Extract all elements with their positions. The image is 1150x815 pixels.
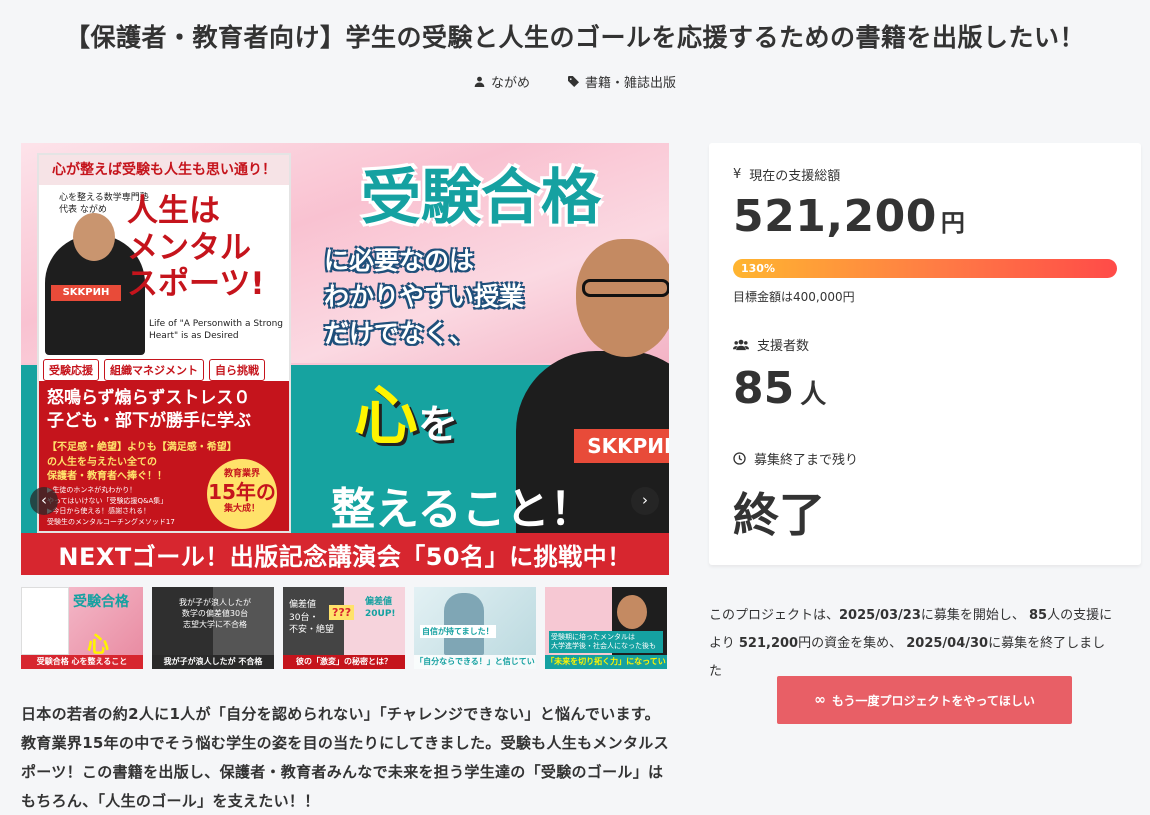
book-badge: 教育業界 15年の 集大成！ [207, 459, 277, 529]
supporters-label: 支援者数 [757, 339, 810, 354]
book-points: ▶生徒のホンネが丸わかり！ やってはいけない「受験応援Q&A集」 ▶今日から使え… [47, 486, 175, 526]
remaining-label: 募集終了まで残り [754, 453, 859, 468]
supporters-label-row: 支援者数 [733, 335, 809, 354]
thumbnail[interactable]: 自信が持てました！ 「自分ならできる！」と信じています [414, 587, 536, 669]
stats-card: ¥ 現在の支援総額 521,200 円 130% 目標金額は400,000円 支援… [709, 143, 1141, 565]
goal-text: 目標金額は400,000円 [733, 290, 855, 304]
page-title: 【保護者・教育者向け】学生の受験と人生のゴールを応援するための書籍を出版したい！ [64, 23, 1085, 52]
request-again-label: もう一度プロジェクトをやってほしい [831, 693, 1035, 708]
book-cover: 心が整えば受験も人生も思い通り！ SKKPИH 心を整える数学専門塾 代表 なが… [37, 153, 291, 533]
thumb-caption: 「自分ならできる！」と信じています [414, 655, 536, 669]
clock-icon [733, 452, 746, 465]
thumb-caption: 受験合格 心を整えること [21, 655, 143, 669]
thumb-caption: 彼の「激変」の秘密とは？ [283, 655, 405, 669]
thumbnail[interactable]: 受験合格 心 受験合格 心を整えること [21, 587, 143, 669]
book-header: 心が整えば受験も人生も思い通り！ [39, 155, 289, 185]
progress-label: 130% [741, 262, 775, 275]
project-meta: ながめ 書籍・雑誌出版 [0, 72, 1150, 91]
summary-end-date: 2025/04/30 [906, 636, 989, 651]
catch-wo: を [418, 402, 458, 448]
total-amount-value: 521,200 [733, 191, 937, 242]
prev-slide-button[interactable]: ‹ [30, 487, 58, 515]
catch-main: 受験合格 [361, 163, 601, 233]
badge-bottom: 集大成！ [223, 503, 260, 514]
total-amount-unit: 円 [940, 209, 966, 237]
infinity-icon: ∞ [814, 692, 826, 708]
thumb-caption: 我が子が浪人したが 不合格 [152, 655, 274, 669]
banner-text: NEXTゴール！出版記念講演会「50名」に挑戦中！ [21, 533, 669, 575]
thumb-person [444, 593, 484, 655]
speaker-glasses [582, 279, 669, 297]
book-title: 人生は メンタル スポーツ! [127, 193, 265, 303]
remaining-value: 終了 [733, 488, 825, 542]
chevron-left-icon: ‹ [41, 491, 47, 509]
main-image-carousel[interactable]: 心が整えば受験も人生も思い通り！ SKKPИH 心を整える数学専門塾 代表 なが… [21, 143, 669, 575]
category-link[interactable]: 書籍・雑誌出版 [568, 72, 676, 91]
supporters-count: 85 人 [733, 363, 826, 414]
book-tag: 受験応援 [43, 359, 99, 381]
book-logo: SKKPИH [51, 285, 121, 301]
catch-end: 整えること！ [331, 484, 594, 535]
book-lead: 怒鳴らず煽らずストレス０ 子ども・部下が勝手に学ぶ [47, 388, 251, 431]
supporters-count-unit: 人 [800, 380, 827, 410]
thumb-face [617, 595, 647, 629]
remaining-label-row: 募集終了まで残り [733, 449, 858, 468]
total-label-row: ¥ 現在の支援総額 [733, 165, 840, 184]
thumbnail[interactable]: 偏差値 30台・ 不安・絶望 ??? 偏差値 20UP! 彼の「激変」の秘密とは？ [283, 587, 405, 669]
thumb-book [21, 587, 69, 655]
total-amount: 521,200 円 [733, 191, 965, 242]
next-slide-button[interactable]: › [631, 487, 659, 515]
summary-start-date: 2025/03/23 [839, 608, 921, 623]
shirt-logo: SKKPИH [574, 429, 669, 463]
thumbnail-strip: 受験合格 心 受験合格 心を整えること 我が子が浪人したが 数学の偏差値30台 志望… [21, 587, 667, 669]
thumbnail[interactable]: 受験期に培ったメンタルは 大学進学後・社会人になった後も 「未来を切り拓く力」にな… [545, 587, 667, 669]
summary-count: 85 [1029, 608, 1048, 623]
thumb-qmarks: ??? [329, 605, 355, 620]
book-tag: 組織マネジメント [104, 359, 204, 381]
project-summary: このプロジェクトは、2025/03/23に募集を開始し、 85人の支援により 5… [709, 602, 1114, 686]
request-again-button[interactable]: ∞ もう一度プロジェクトをやってほしい [777, 676, 1072, 724]
thumb-text: 我が子が浪人したが 数学の偏差値30台 志望大学に不合格 [179, 598, 251, 630]
project-description: 日本の若者の約2人に1人が「自分を認められない」「チャレンジできない」と悩んでい… [21, 705, 669, 810]
book-lower-panel: 怒鳴らず煽らずストレス０ 子ども・部下が勝手に学ぶ 【不足感・絶望】よりも【満足… [39, 381, 289, 531]
thumb-text: 受験期に培ったメンタルは 大学進学後・社会人になった後も [549, 631, 663, 654]
catch-sub: に必要なのは わかりやすい授業 だけでなく、 [324, 246, 525, 348]
badge-main: 15年の [208, 479, 276, 504]
supporters-count-value: 85 [733, 363, 795, 414]
chevron-right-icon: › [642, 491, 648, 509]
user-icon [474, 76, 485, 87]
thumb-text: 偏差値 30台・ 不安・絶望 [289, 600, 335, 636]
badge-top: 教育業界 [223, 469, 260, 479]
thumb-text: 自信が持てました！ [420, 625, 496, 638]
summary-amount: 521,200 [738, 636, 799, 651]
catch-heart-char: 心 [354, 380, 418, 454]
tag-icon [568, 76, 579, 87]
thumbnail[interactable]: 我が子が浪人したが 数学の偏差値30台 志望大学に不合格 我が子が浪人したが 不合格 [152, 587, 274, 669]
book-subtitle: Life of "A Personwith a Strong Heart" is… [149, 319, 284, 341]
total-label: 現在の支援総額 [749, 169, 841, 184]
thumb-caption: 「未来を切り拓く力」になっている！ [545, 655, 667, 669]
catch-heart: 心を [354, 365, 458, 457]
summary-text: 円の資金を集め、 [798, 636, 907, 651]
summary-text: に募集を開始し、 [920, 608, 1030, 623]
summary-text: このプロジェクトは、 [709, 608, 840, 623]
thumb-title: 受験合格 [73, 594, 129, 610]
speaker-head [576, 239, 669, 357]
users-icon [733, 339, 749, 351]
yen-icon: ¥ [733, 167, 742, 182]
book-tags: 受験応援 組織マネジメント 自ら挑戦 [43, 359, 265, 381]
author-face [73, 213, 115, 261]
category-name: 書籍・雑誌出版 [585, 76, 677, 91]
book-tag: 自ら挑戦 [209, 359, 265, 381]
author-link[interactable]: ながめ [474, 72, 530, 91]
progress-bar: 130% [733, 259, 1117, 278]
author-name: ながめ [490, 76, 530, 91]
thumb-text-2: 偏差値 20UP! [365, 597, 396, 619]
